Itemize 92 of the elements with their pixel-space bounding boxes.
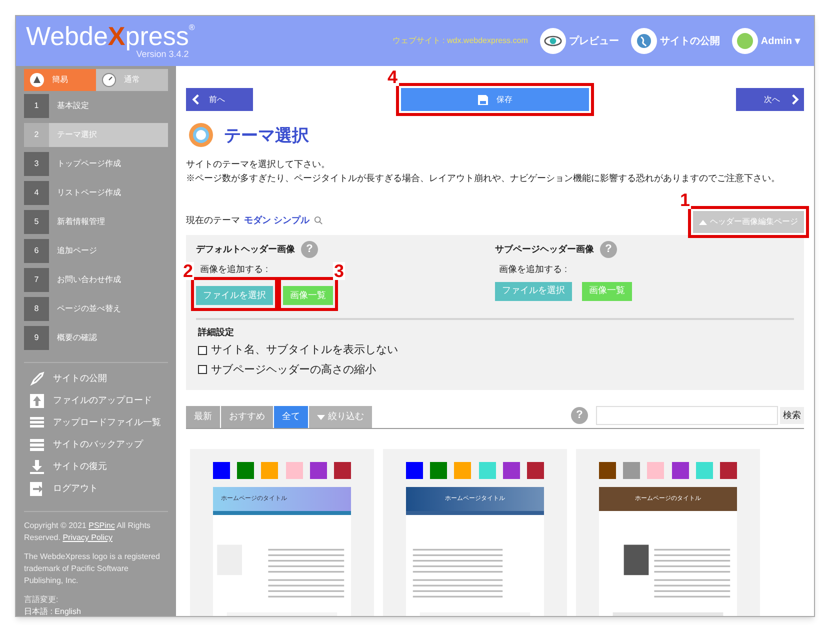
privacy-link[interactable]: Privacy Policy	[62, 533, 112, 542]
callout-number: 2	[182, 262, 194, 280]
save-button[interactable]: 保存	[400, 88, 588, 111]
filter-tab[interactable]: 絞り込む	[309, 406, 372, 428]
color-swatch[interactable]	[647, 462, 664, 479]
color-swatch[interactable]	[310, 462, 327, 479]
search-field[interactable]	[596, 406, 778, 425]
gauge-icon	[102, 73, 116, 87]
color-swatch[interactable]	[213, 462, 230, 479]
callout-number: 3	[332, 262, 345, 280]
color-swatch[interactable]	[599, 462, 616, 479]
page-title: テーマ選択	[224, 125, 309, 148]
callout-number: 4	[386, 68, 399, 86]
section-title: サブページヘッダー画像	[495, 242, 594, 256]
add-image-label: 画像を追加する :	[199, 263, 268, 276]
globe-icon	[630, 28, 657, 54]
step-item[interactable]: 1 基本設定	[24, 94, 168, 118]
choose-file-button[interactable]: ファイルを選択	[495, 282, 572, 300]
next-button[interactable]: 次へ	[736, 88, 804, 111]
header-link[interactable]: プレビュー	[540, 28, 619, 54]
trademark-text: The WebdeXpress logo is a registered trademark of Pacific Software Publishing, Inc.	[24, 551, 161, 587]
site-address: ウェブサイト : wdx.webdexpress.com	[392, 35, 528, 47]
checkbox[interactable]	[198, 346, 207, 355]
sidebar-link[interactable]: ログアウト	[24, 481, 168, 497]
sidebar-link[interactable]: サイトの公開	[24, 371, 168, 387]
company-link[interactable]: PSPinc	[88, 521, 115, 530]
caret-icon	[317, 414, 325, 420]
color-swatch[interactable]	[696, 462, 713, 479]
logout-icon	[29, 481, 45, 497]
prev-button[interactable]: 前へ	[186, 88, 253, 111]
step-item[interactable]: 3 トップページ作成	[24, 152, 168, 176]
help-icon[interactable]: ?	[571, 407, 588, 424]
color-swatch[interactable]	[406, 462, 423, 479]
chevron-left-icon	[192, 94, 199, 105]
color-swatch[interactable]	[526, 462, 544, 479]
mode-tab[interactable]: 通常	[96, 69, 168, 91]
help-icon[interactable]: ?	[600, 241, 617, 258]
color-swatch[interactable]	[261, 462, 278, 479]
step-item[interactable]: 5 新着情報管理	[24, 210, 168, 234]
download-icon	[29, 459, 45, 475]
filter-tab[interactable]: 全て	[274, 406, 308, 428]
color-swatch[interactable]	[478, 462, 496, 479]
filter-tab[interactable]: おすすめ	[221, 406, 273, 428]
chevron-right-icon	[792, 94, 799, 105]
step-item[interactable]: 9 概要の確認	[24, 326, 168, 350]
help-icon[interactable]: ?	[301, 241, 318, 258]
step-item[interactable]: 6 追加ページ	[24, 239, 168, 263]
details-title: 詳細設定	[198, 326, 235, 338]
language-links[interactable]: 日本語 : English	[24, 606, 168, 616]
search-button[interactable]: 検索	[780, 407, 804, 424]
step-item[interactable]: 7 お問い合わせ作成	[24, 268, 168, 292]
color-swatch[interactable]	[672, 462, 689, 479]
choose-file-button[interactable]: ファイルを選択	[196, 286, 273, 305]
step-item[interactable]: 4 リストページ作成	[24, 181, 168, 205]
color-swatch[interactable]	[502, 462, 520, 479]
image-list-button[interactable]: 画像一覧	[582, 282, 632, 300]
current-theme-name: モダン シンプル	[244, 214, 310, 226]
description-text: サイトのテーマを選択して下さい。	[186, 158, 331, 171]
sidebar-link[interactable]: サイトの復元	[24, 459, 168, 475]
avatar-icon	[732, 28, 758, 54]
color-swatch[interactable]	[430, 462, 448, 479]
color-swatch[interactable]	[286, 462, 303, 479]
color-swatch[interactable]	[454, 462, 472, 479]
checkbox-label: サブページヘッダーの高さの縮小	[211, 362, 376, 378]
color-swatch[interactable]	[623, 462, 640, 479]
color-swatch[interactable]	[720, 462, 737, 479]
copyright-text: Copyright © 2021 PSPinc All Rights Reserved. Privacy Policy	[24, 520, 152, 544]
image-list-button[interactable]: 画像一覧	[283, 286, 333, 305]
description-text: ※ページ数が多すぎたり、ページタイトルが長すぎる場合、レイアウト崩れや、ナビゲーション機能に影響する恐れがありますのでご注意下さい。	[186, 172, 781, 185]
header-link[interactable]: サイトの公開	[630, 28, 720, 54]
section-title: デフォルトヘッダー画像	[196, 242, 295, 256]
color-swatch[interactable]	[334, 462, 351, 479]
filter-tab[interactable]: 最新	[186, 406, 220, 428]
zoom-icon	[314, 216, 323, 225]
sidebar-link[interactable]: サイトのバックアップ	[24, 437, 168, 453]
add-image-label: 画像を追加する :	[498, 263, 568, 276]
user-menu[interactable]: Admin ▾	[732, 28, 800, 54]
sidebar-link[interactable]: ファイルのアップロード	[24, 393, 168, 409]
triangle-up-icon	[699, 220, 707, 224]
callout-number: 1	[679, 191, 692, 209]
eye-icon	[540, 28, 566, 54]
language-label: 言語変更:	[24, 594, 60, 606]
app-logo: WebdeXpress® Version 3.4.2	[26, 23, 195, 59]
sidebar-link[interactable]: アップロードファイル一覧	[24, 415, 168, 431]
step-item[interactable]: 8 ページの並べ替え	[24, 297, 168, 321]
current-theme-label: 現在のテーマ	[186, 214, 240, 226]
server-icon	[29, 437, 45, 453]
checkbox-label: サイト名、サブタイトルを表示しない	[211, 342, 398, 358]
mode-tab[interactable]: 簡易	[24, 69, 96, 91]
checkbox[interactable]	[198, 365, 207, 374]
color-swatch[interactable]	[237, 462, 254, 479]
upload-icon	[29, 393, 45, 409]
